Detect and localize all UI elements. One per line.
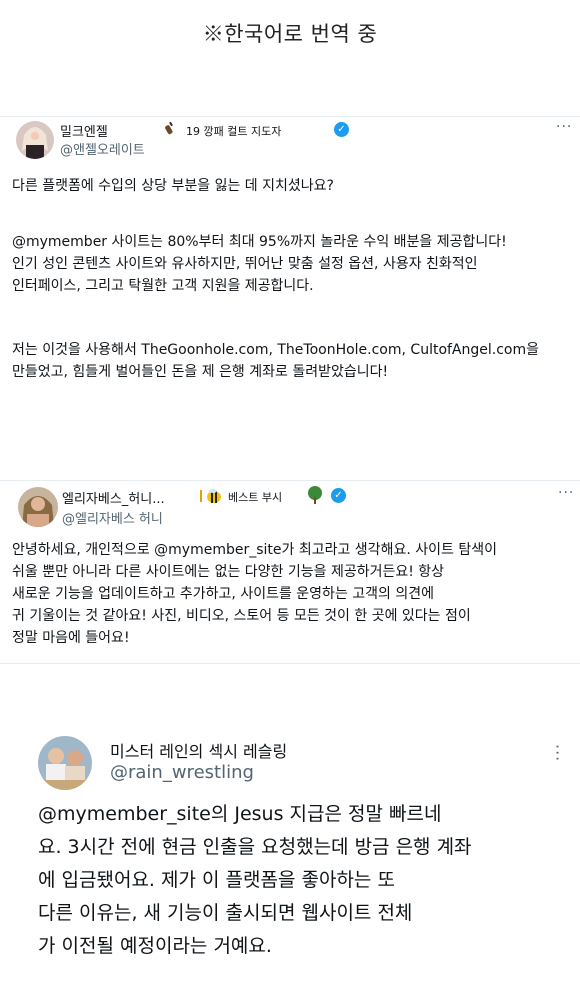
tweet-card[interactable]: 미스터 레인의 섹시 레슬링 @rain_wrestling ··· @myme… <box>0 700 580 1000</box>
more-options-icon[interactable]: ··· <box>548 744 567 762</box>
tweet-line <box>12 297 539 319</box>
tree-icon <box>306 486 324 508</box>
user-badge: 베스트 부시 <box>228 491 283 504</box>
tweet-line: @mymember 사이트는 80%부터 최대 95%까지 놀라운 수익 배분을… <box>12 234 507 250</box>
avatar[interactable] <box>18 487 58 527</box>
tweet-line: 새로운 기능을 업데이트하고 추가하고, 사이트를 운영하는 고객의 의견에 <box>12 586 434 602</box>
verified-badge-icon: ✓ <box>331 488 346 503</box>
tweet-text: 안녕하세요, 개인적으로 @mymember_site가 최고라고 생각해요. … <box>12 539 497 649</box>
bee-icon <box>200 488 222 508</box>
display-name[interactable]: 밀크엔젤 <box>60 121 108 140</box>
tweet-text: 다른 플랫폼에 수입의 상당 부분을 잃는 데 지치셨나요? @mymember… <box>12 175 539 383</box>
user-handle[interactable]: @엘리자베스 허니 <box>62 508 163 527</box>
display-name[interactable]: 엘리자베스_허니... <box>62 488 165 507</box>
tweet-line <box>12 197 539 219</box>
tweet-text: @mymember_site의 Jesus 지급은 정말 빠르네 요. 3시간 … <box>38 798 472 963</box>
tweet-line: 인터페이스, 그리고 탁월한 고객 지원을 제공합니다. <box>12 278 314 294</box>
avatar[interactable] <box>38 736 92 790</box>
tweet-line: 만들었고, 힘들게 벌어들인 돈을 제 은행 계좌로 돌려받았습니다! <box>12 364 389 380</box>
tweet-line: 에 입금됐어요. 제가 이 플랫폼을 좋아하는 또 <box>38 869 395 891</box>
tweet-line: 요. 3시간 전에 현금 인출을 요청했는데 방금 은행 계좌 <box>38 836 472 858</box>
user-handle[interactable]: @앤젤오레이트 <box>60 139 145 158</box>
avatar[interactable] <box>16 121 54 159</box>
tweet-line: 가 이전될 예정이라는 거예요. <box>38 935 272 957</box>
tweet-card[interactable]: 밀크엔젤 @앤젤오레이트 19 깡패 컬트 지도자 ✓ ··· 다른 플랫폼에 … <box>0 116 580 447</box>
tweet-line: 저는 이것을 사용해서 TheGoonhole.com, TheToonHole… <box>12 342 540 358</box>
tweet-line: 인기 성인 콘텐츠 사이트와 유사하지만, 뛰어난 맞춤 설정 옵션, 사용자 … <box>12 256 478 272</box>
verified-badge-icon: ✓ <box>334 122 349 137</box>
tweet-line: 쉬울 뿐만 아니라 다른 사이트에는 없는 다양한 기능을 제공하거든요! 항상 <box>12 564 445 580</box>
more-options-icon[interactable]: ··· <box>558 485 574 501</box>
bottle-icon <box>162 121 178 139</box>
tweet-line: @mymember_site의 Jesus 지급은 정말 빠르네 <box>38 803 442 825</box>
tweet-line: 귀 기울이는 것 같아요! 사진, 비디오, 스토어 등 모든 것이 한 곳에 … <box>12 608 471 624</box>
display-name[interactable]: 미스터 레인의 섹시 레슬링 <box>110 738 287 762</box>
tweet-line: 정말 마음에 들어요! <box>12 630 130 646</box>
more-options-icon[interactable]: ··· <box>556 119 572 135</box>
user-badge: 19 깡패 컬트 지도자 <box>186 125 282 138</box>
tweet-card[interactable]: 엘리자베스_허니... @엘리자베스 허니 베스트 부시 ✓ ··· 안녕하세요… <box>0 480 580 664</box>
tweet-line: 다른 이유는, 새 기능이 출시되면 웹사이트 전체 <box>38 902 413 924</box>
translation-banner: ※한국어로 번역 중 <box>202 22 378 46</box>
user-handle[interactable]: @rain_wrestling <box>110 762 254 783</box>
tweet-line: 다른 플랫폼에 수입의 상당 부분을 잃는 데 지치셨나요? <box>12 178 334 194</box>
tweet-line: 안녕하세요, 개인적으로 @mymember_site가 최고라고 생각해요. … <box>12 542 497 558</box>
